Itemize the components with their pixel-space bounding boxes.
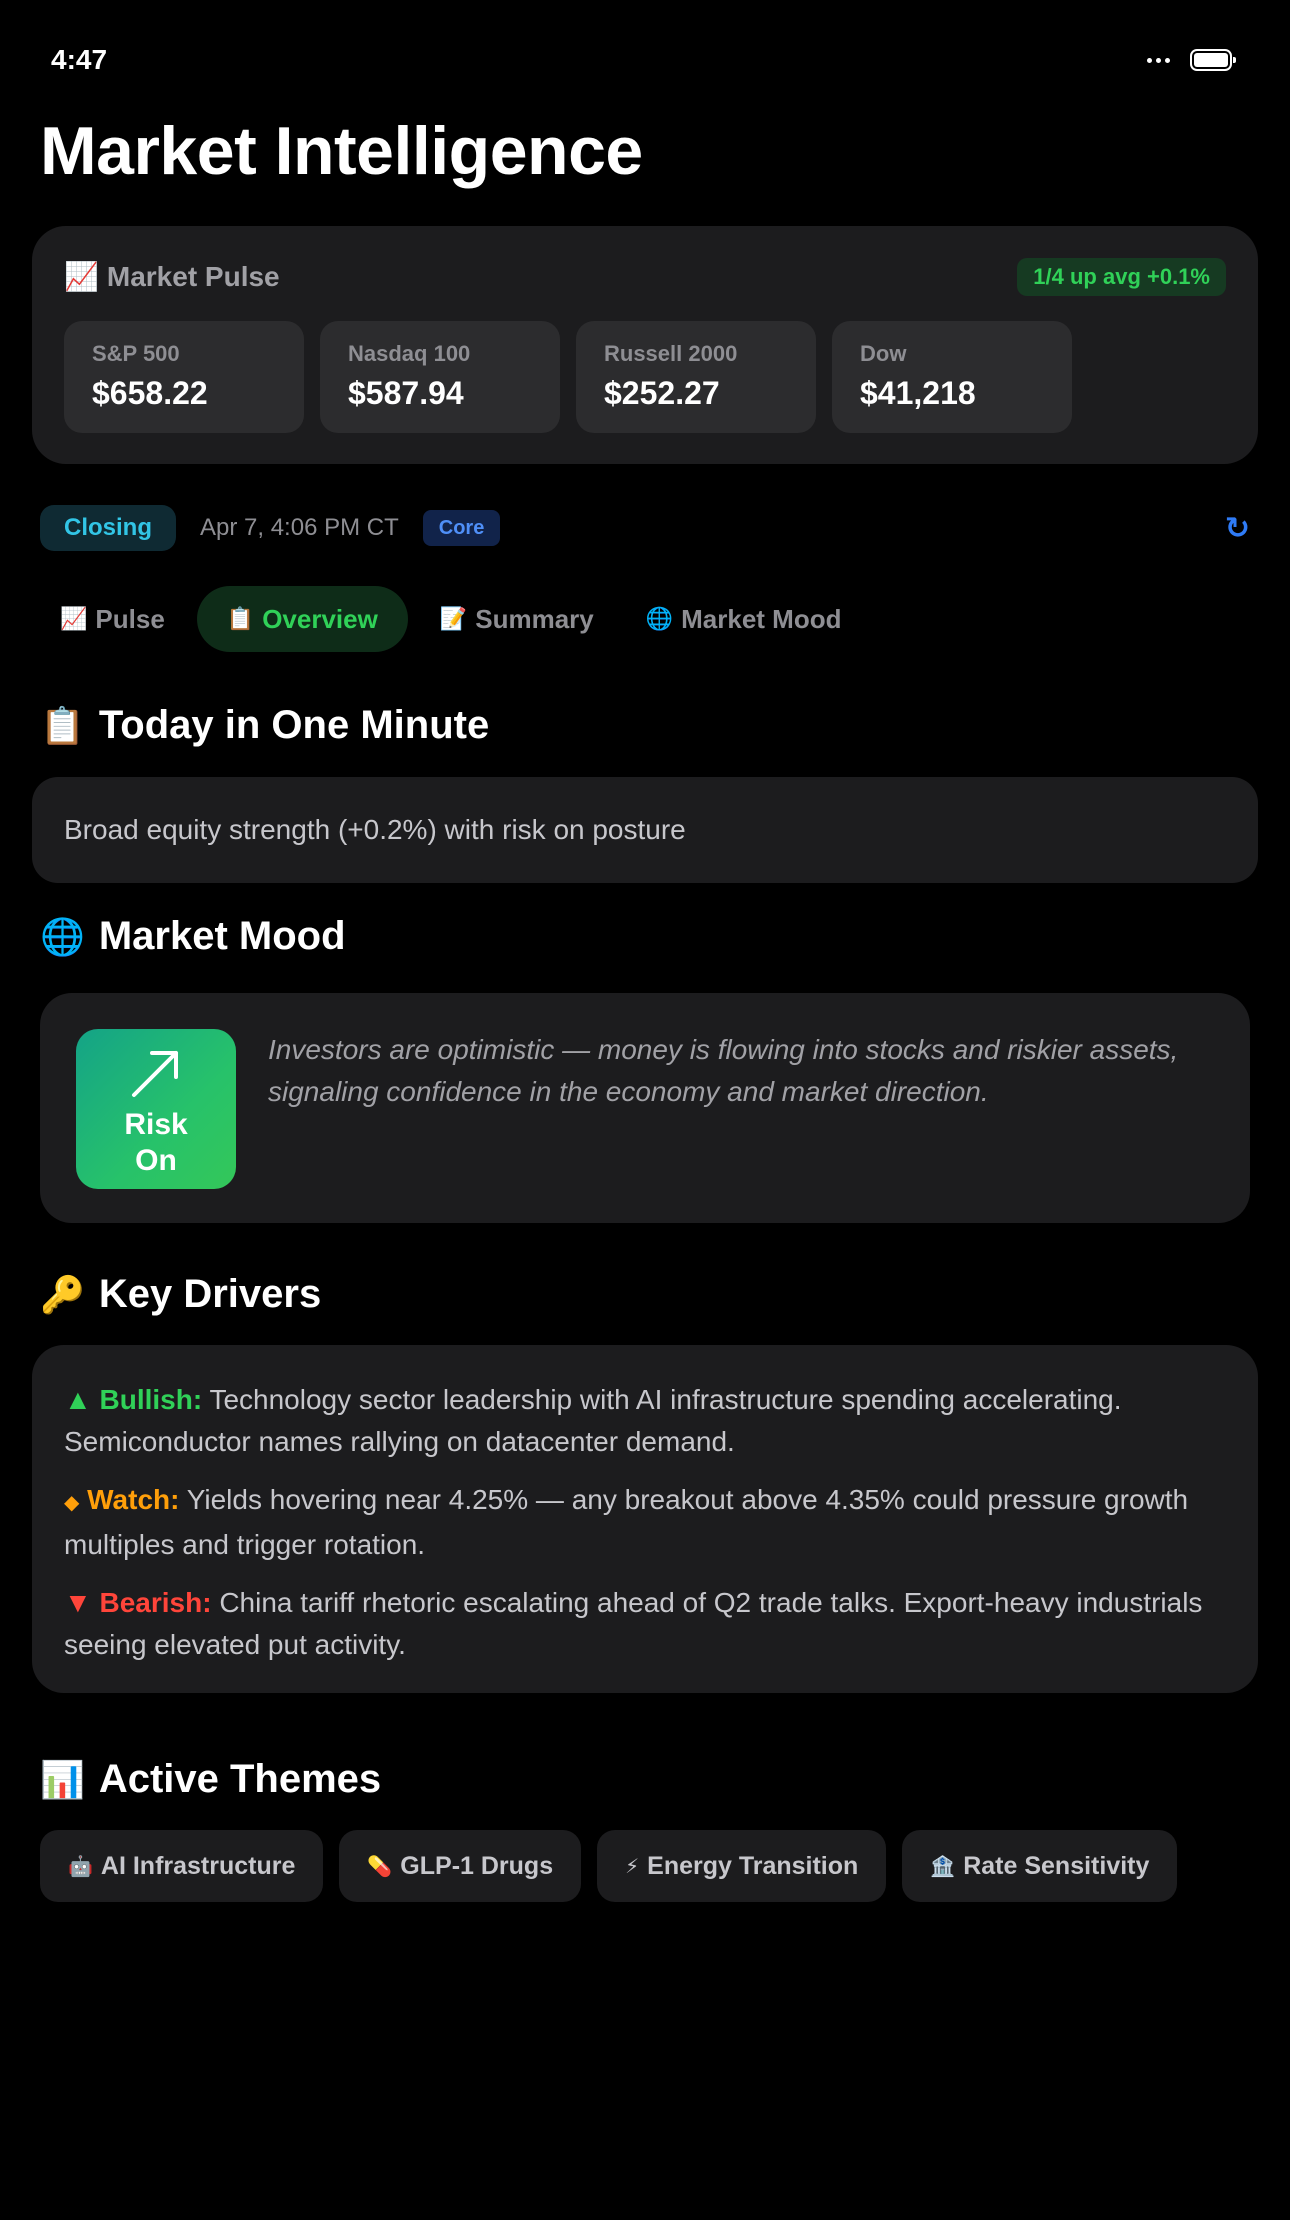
- index-tile-label: Russell 2000: [604, 341, 738, 366]
- tab-label: Market Mood: [681, 603, 842, 634]
- tab-overview[interactable]: 📋 Overview: [196, 586, 408, 652]
- driver-text: Technology sector leadership with AI inf…: [64, 1384, 1122, 1457]
- index-tile-dow[interactable]: Dow $41,218: [832, 321, 1072, 433]
- theme-chip-energy-transition[interactable]: ⚡ Energy Transition: [597, 1830, 887, 1902]
- driver-label: Watch:: [87, 1484, 180, 1515]
- status-icons: [1147, 49, 1236, 71]
- index-tile-nasdaq100[interactable]: Nasdaq 100 $587.94: [320, 321, 560, 433]
- index-tile-value: $658.22: [92, 375, 208, 411]
- theme-chip-label: AI Infrastructure: [100, 1851, 296, 1880]
- theme-chip-ai-infrastructure[interactable]: 🤖 AI Infrastructure: [40, 1830, 324, 1902]
- theme-chip-label: Rate Sensitivity: [963, 1851, 1150, 1880]
- clipboard-icon: 📋: [40, 704, 85, 746]
- index-tile-value: $41,218: [860, 375, 976, 411]
- status-time: 4:47: [51, 44, 108, 75]
- status-bar: 4:47: [51, 40, 1236, 80]
- session-timestamp: Apr 7, 4:06 PM CT: [200, 514, 399, 541]
- triangle-down-icon: ▼: [64, 1587, 92, 1618]
- section-tabs: 📈 Pulse 📋 Overview 📝 Summary 🌐 Market Mo…: [40, 586, 861, 652]
- driver-watch: ◆ Watch: Yields hovering near 4.25% — an…: [64, 1479, 1226, 1566]
- tab-label: Pulse: [95, 603, 165, 634]
- index-tile-russell2000[interactable]: Russell 2000 $252.27: [576, 321, 816, 433]
- index-tile-label: Dow: [860, 341, 907, 366]
- theme-chip-rate-sensitivity[interactable]: 🏦 Rate Sensitivity: [902, 1830, 1178, 1902]
- robot-icon: 🤖: [68, 1855, 93, 1878]
- driver-label: Bearish:: [99, 1587, 212, 1618]
- chart-up-icon: 📈: [64, 261, 99, 292]
- battery-icon: [1190, 49, 1236, 71]
- pill-icon: 💊: [367, 1855, 393, 1878]
- mood-title: Market Mood: [98, 914, 346, 958]
- memo-icon: 📝: [439, 606, 468, 631]
- session-badge: Closing: [40, 505, 176, 551]
- drivers-section-title: 🔑 Key Drivers: [40, 1272, 321, 1317]
- pulse-summary-badge: 1/4 up avg +0.1%: [1017, 258, 1226, 296]
- index-tiles: S&P 500 $658.22 Nasdaq 100 $587.94 Russe…: [64, 321, 1072, 433]
- tier-badge: Core: [422, 510, 501, 546]
- theme-chip-glp1-drugs[interactable]: 💊 GLP-1 Drugs: [339, 1830, 582, 1902]
- refresh-icon[interactable]: ↻: [1225, 511, 1250, 546]
- theme-chip-label: Energy Transition: [647, 1851, 859, 1880]
- tab-label: Overview: [262, 603, 378, 634]
- page-title: Market Intelligence: [40, 113, 643, 189]
- index-tile-label: S&P 500: [92, 341, 180, 366]
- globe-icon: 🌐: [40, 915, 85, 957]
- market-pulse-card: 📈 Market Pulse 1/4 up avg +0.1% S&P 500 …: [32, 226, 1258, 464]
- signal-dots-icon: [1147, 57, 1170, 63]
- arrow-up-right-icon: [132, 1051, 178, 1097]
- tab-pulse[interactable]: 📈 Pulse: [40, 586, 185, 652]
- theme-chips: 🤖 AI Infrastructure 💊 GLP-1 Drugs ⚡ Ener…: [40, 1830, 1178, 1902]
- index-tile-value: $252.27: [604, 375, 720, 411]
- index-tile-sp500[interactable]: S&P 500 $658.22: [64, 321, 304, 433]
- lightning-icon: ⚡: [625, 1855, 640, 1878]
- index-tile-value: $587.94: [348, 375, 464, 411]
- key-drivers-card: ▲ Bullish: Technology sector leadership …: [32, 1345, 1258, 1693]
- today-title: Today in One Minute: [98, 703, 490, 747]
- driver-text: Yields hovering near 4.25% — any breakou…: [64, 1484, 1189, 1560]
- key-icon: 🔑: [40, 1273, 85, 1315]
- driver-label: Bullish:: [99, 1384, 203, 1415]
- chart-up-icon: 📈: [60, 606, 88, 631]
- bank-icon: 🏦: [930, 1855, 956, 1878]
- themes-section-title: 📊 Active Themes: [40, 1757, 381, 1802]
- market-mood-card: Risk On Investors are optimistic — money…: [40, 993, 1250, 1223]
- risk-on-badge: Risk On: [76, 1029, 236, 1189]
- theme-chip-label: GLP-1 Drugs: [400, 1851, 554, 1880]
- themes-title: Active Themes: [98, 1757, 382, 1801]
- mood-section-title: 🌐 Market Mood: [40, 914, 346, 959]
- tab-summary[interactable]: 📝 Summary: [420, 586, 614, 652]
- drivers-title: Key Drivers: [98, 1272, 322, 1316]
- session-meta-row: Closing Apr 7, 4:06 PM CT Core ↻: [40, 505, 1250, 551]
- driver-bearish: ▼ Bearish: China tariff rhetoric escalat…: [64, 1582, 1226, 1666]
- app-screen: 4:47 Market Intelligence 📈 Market Pulse …: [0, 0, 1290, 2220]
- clipboard-icon: 📋: [226, 606, 255, 631]
- driver-text: China tariff rhetoric escalating ahead o…: [64, 1587, 1203, 1660]
- risk-on-label: Risk On: [124, 1107, 187, 1179]
- mood-description: Investors are optimistic — money is flow…: [268, 1034, 1179, 1107]
- risk-on-line1: Risk: [124, 1108, 188, 1141]
- risk-on-line2: On: [135, 1144, 177, 1177]
- market-pulse-heading: 📈 Market Pulse: [64, 260, 280, 293]
- today-summary-text: Broad equity strength (+0.2%) with risk …: [64, 814, 686, 845]
- index-tile-label: Nasdaq 100: [348, 341, 471, 366]
- market-pulse-title: Market Pulse: [106, 260, 280, 292]
- tab-label: Summary: [475, 603, 594, 634]
- today-section-title: 📋 Today in One Minute: [40, 703, 489, 748]
- globe-icon: 🌐: [645, 606, 674, 631]
- today-summary-card: Broad equity strength (+0.2%) with risk …: [32, 777, 1258, 883]
- tab-market-mood[interactable]: 🌐 Market Mood: [626, 586, 862, 652]
- diamond-icon: ◆: [64, 1492, 80, 1514]
- bar-chart-icon: 📊: [40, 1758, 85, 1800]
- driver-bullish: ▲ Bullish: Technology sector leadership …: [64, 1379, 1226, 1463]
- triangle-up-icon: ▲: [64, 1384, 92, 1415]
